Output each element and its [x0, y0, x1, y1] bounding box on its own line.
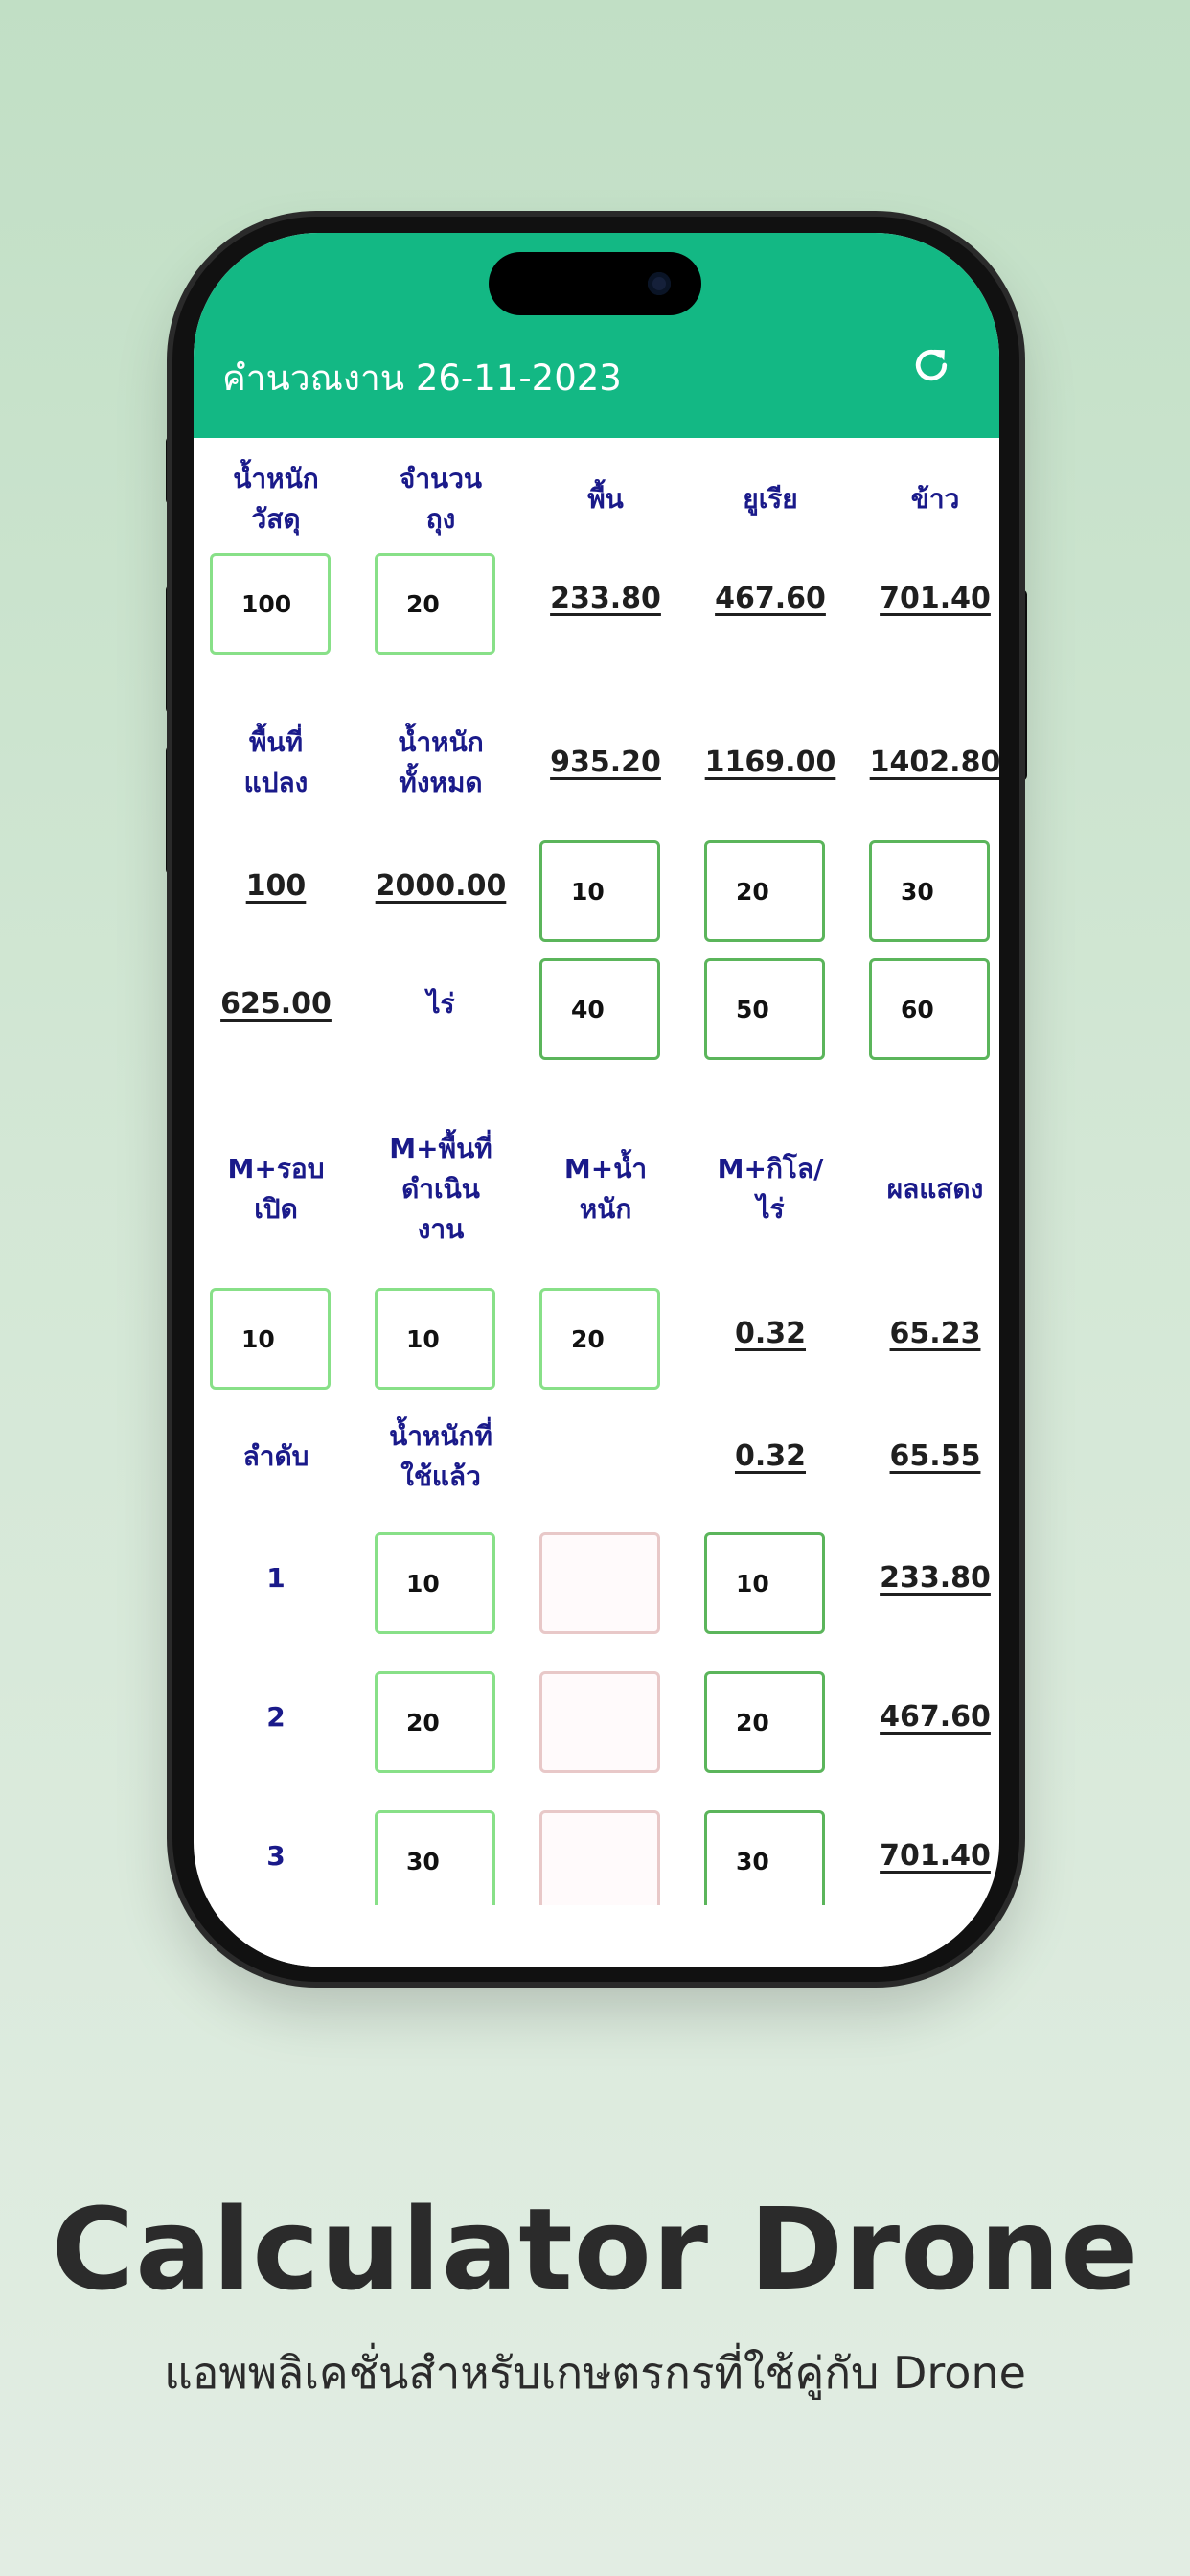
kg-per-rai-value: 0.32: [734, 1317, 807, 1350]
camera-icon: [648, 272, 671, 295]
rice-rate-input[interactable]: 30: [869, 840, 990, 942]
kg-per-rai-value-2: 0.32: [734, 1439, 807, 1473]
row-used-weight-input[interactable]: 30: [375, 1810, 495, 1905]
row-used-weight-input[interactable]: 20: [375, 1671, 495, 1773]
urea-rate-input[interactable]: 20: [704, 840, 825, 942]
row-value-input[interactable]: 20: [704, 1671, 825, 1773]
row-index: 1: [266, 1562, 286, 1594]
rice-value: 701.40: [880, 582, 991, 615]
header-floor: พื้น: [587, 483, 624, 515]
app-screen: คำนวณงาน 26-11-2023 น้ำหนัก วัสดุ จำนวน …: [194, 233, 999, 1966]
unit-rai-label: ไร่: [426, 988, 455, 1020]
header-rice: ข้าว: [910, 483, 960, 515]
row-empty-input[interactable]: [539, 1532, 660, 1634]
row-index: 2: [266, 1701, 286, 1733]
urea-extra-input[interactable]: 50: [704, 958, 825, 1060]
screen-bottom: [194, 1905, 999, 1966]
app-tagline: แอพพลิเคชั่นสำหรับเกษตรกรที่ใช้คู่กับ Dr…: [164, 2347, 1026, 2399]
plot-area-value: 100: [245, 869, 307, 903]
result-value-2: 65.55: [889, 1439, 981, 1473]
header-material-weight: น้ำหนัก วัสดุ: [233, 463, 319, 535]
m-rounds-input[interactable]: 10: [210, 1288, 331, 1390]
refresh-icon[interactable]: [910, 344, 952, 386]
header-m-rounds: M+รอบ เปิด: [227, 1153, 325, 1225]
row-result-value: 467.60: [880, 1700, 991, 1734]
row-result-value: 701.40: [880, 1839, 991, 1873]
m-weight-input[interactable]: 20: [539, 1288, 660, 1390]
total-weight-value: 2000.00: [375, 869, 507, 903]
header-plot-area: พื้นที่ แปลง: [243, 726, 309, 798]
floor-extra-input[interactable]: 40: [539, 958, 660, 1060]
area-rai-value: 625.00: [220, 987, 332, 1021]
header-urea: ยูเรีย: [743, 483, 798, 515]
material-weight-input[interactable]: 100: [210, 553, 331, 655]
header-total-weight: น้ำหนัก ทั้งหมด: [398, 726, 484, 798]
row-empty-input[interactable]: [539, 1671, 660, 1773]
label-used-weight: น้ำหนักที่ ใช้แล้ว: [389, 1420, 492, 1492]
header-result: ผลแสดง: [886, 1173, 984, 1205]
rice-extra-input[interactable]: 60: [869, 958, 990, 1060]
label-order: ลำดับ: [242, 1440, 309, 1472]
header-m-kg-per-rai: M+กิโล/ ไร่: [717, 1153, 824, 1225]
urea-value: 467.60: [715, 582, 826, 615]
floor-value: 233.80: [550, 582, 661, 615]
header-m-area: M+พื้นที่ ดำเนิน งาน: [389, 1133, 492, 1245]
app-bar-title: คำนวณงาน 26-11-2023: [222, 357, 622, 399]
header-bag-count: จำนวน ถุง: [399, 463, 483, 535]
floor-total-value: 935.20: [550, 746, 661, 779]
row-value-input[interactable]: 10: [704, 1532, 825, 1634]
m-area-input[interactable]: 10: [375, 1288, 495, 1390]
app-name-heading: Calculator Drone: [51, 2183, 1139, 2315]
result-value: 65.23: [889, 1317, 981, 1350]
row-empty-input[interactable]: [539, 1810, 660, 1905]
row-result-value: 233.80: [880, 1561, 991, 1595]
row-used-weight-input[interactable]: 10: [375, 1532, 495, 1634]
row-value-input[interactable]: 30: [704, 1810, 825, 1905]
floor-rate-input[interactable]: 10: [539, 840, 660, 942]
rice-total-value: 1402.80: [869, 746, 999, 779]
urea-total-value: 1169.00: [704, 746, 836, 779]
header-m-weight: M+น้ำ หนัก: [563, 1153, 648, 1225]
bag-count-input[interactable]: 20: [375, 553, 495, 655]
